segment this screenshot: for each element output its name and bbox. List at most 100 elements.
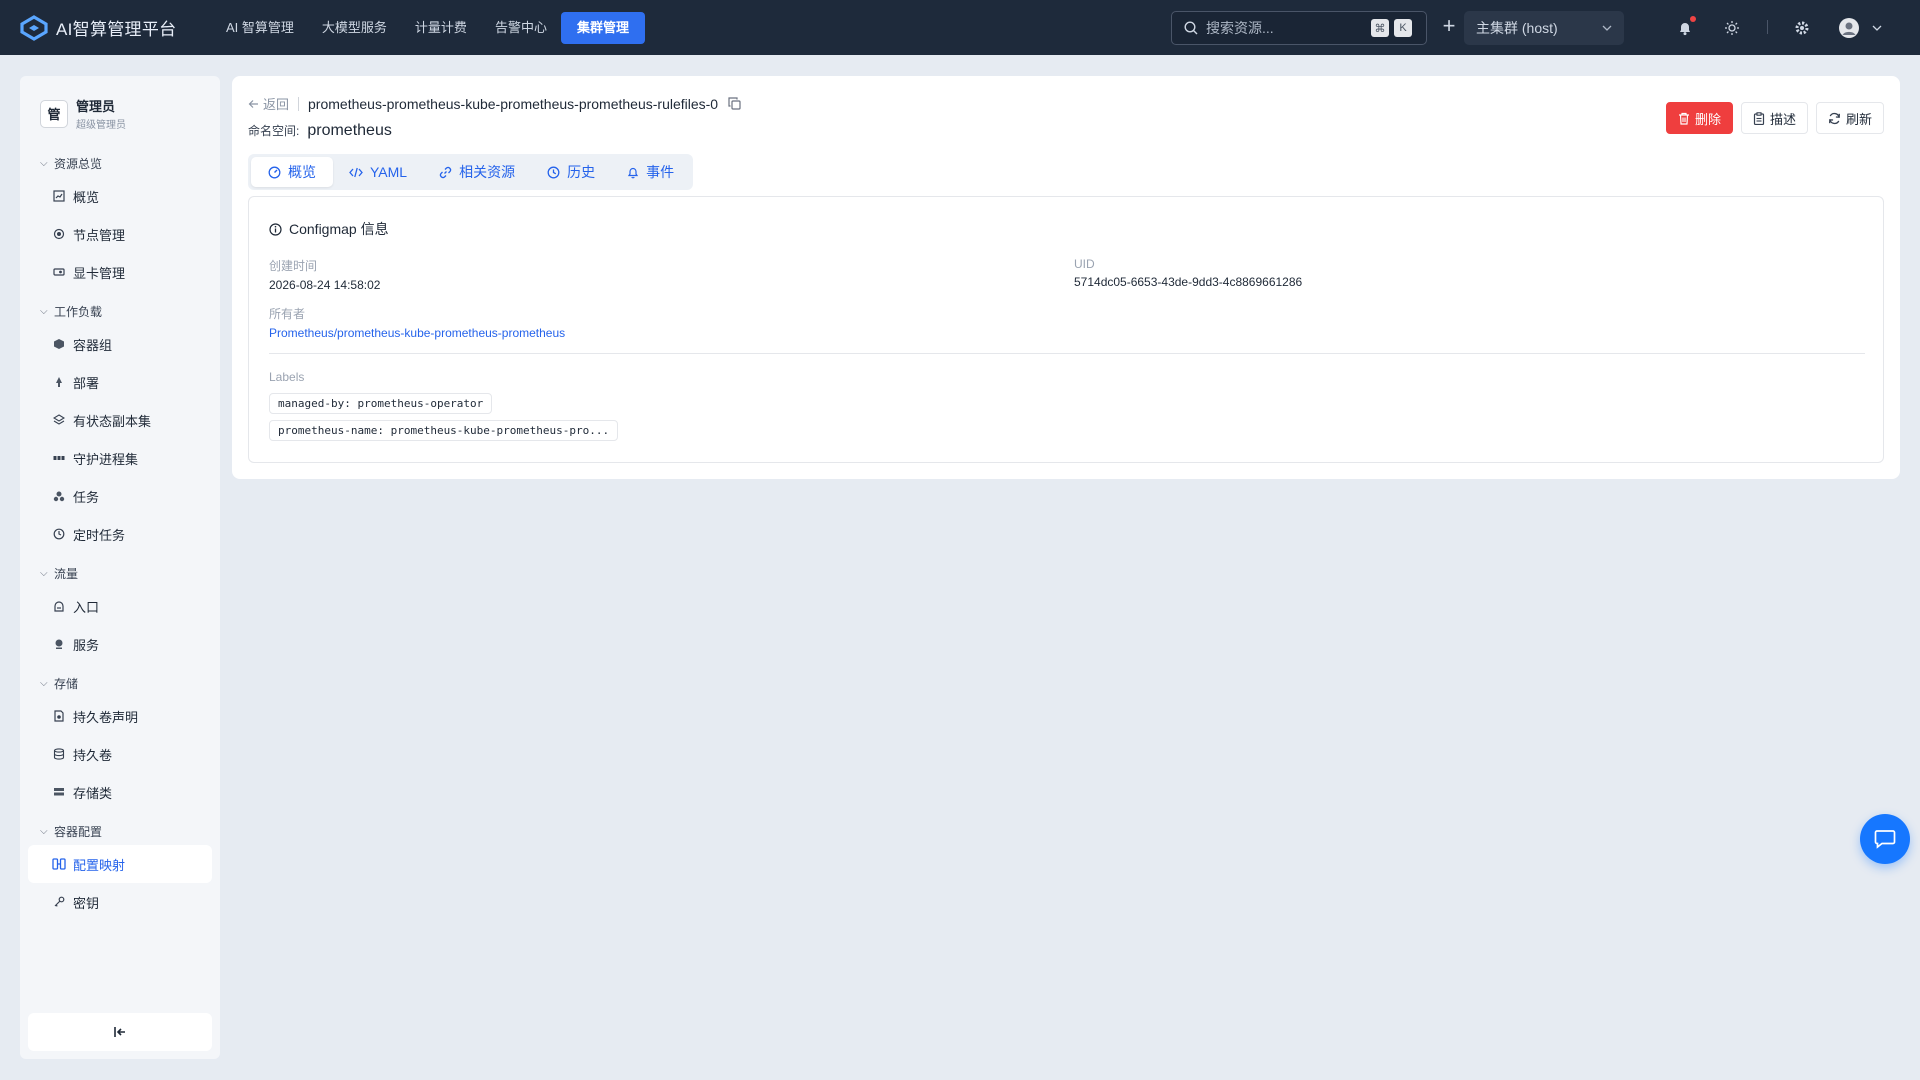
tab-overview[interactable]: 概览 xyxy=(251,157,333,187)
configmap-icon xyxy=(52,857,66,871)
search-input[interactable] xyxy=(1206,20,1366,36)
sidebar-item-nodes[interactable]: 节点管理 xyxy=(28,215,212,253)
deploy-icon xyxy=(52,375,66,389)
clipboard-icon xyxy=(1753,111,1765,125)
owner-field: 所有者 Prometheus/prometheus-kube-prometheu… xyxy=(269,305,565,340)
sidebar-item-deployments[interactable]: 部署 xyxy=(28,363,212,401)
chevron-down-icon xyxy=(1602,25,1612,31)
sidebar-group-storage[interactable]: ⌵ 存储 xyxy=(20,673,220,693)
sidebar-item-jobs[interactable]: 任务 xyxy=(28,477,212,515)
gear-icon[interactable] xyxy=(1790,16,1814,40)
nav-alerts[interactable]: 告警中心 xyxy=(481,12,561,44)
sidebar-group-traffic[interactable]: ⌵ 流量 xyxy=(20,563,220,583)
section-divider xyxy=(269,353,1865,354)
nav-billing[interactable]: 计量计费 xyxy=(401,12,481,44)
owner-link[interactable]: Prometheus/prometheus-kube-prometheus-pr… xyxy=(269,326,565,340)
top-bar: AI智算管理平台 AI 智算管理 大模型服务 计量计费 告警中心 集群管理 ⌘ … xyxy=(0,0,1920,55)
tab-history[interactable]: 历史 xyxy=(531,157,611,187)
label-chip: managed-by: prometheus-operator xyxy=(269,393,493,414)
sidebar-item-pv[interactable]: 持久卷 xyxy=(28,735,212,773)
created-time-label: 创建时间 xyxy=(269,259,318,273)
sidebar-item-statefulsets[interactable]: 有状态副本集 xyxy=(28,401,212,439)
user-menu[interactable] xyxy=(1838,16,1882,40)
bell-icon xyxy=(627,166,639,179)
breadcrumb-divider xyxy=(298,96,300,111)
namespace-label: 命名空间: xyxy=(248,124,300,138)
user-card: 管 管理员 超级管理员 xyxy=(20,76,220,131)
user-role: 超级管理员 xyxy=(76,120,126,131)
resource-name: prometheus-prometheus-kube-prometheus-pr… xyxy=(308,95,719,112)
logo-icon xyxy=(20,14,48,42)
chat-button[interactable] xyxy=(1860,814,1910,864)
link-icon xyxy=(439,166,452,179)
sidebar-item-cronjobs[interactable]: 定时任务 xyxy=(28,515,212,553)
top-nav: AI 智算管理 大模型服务 计量计费 告警中心 集群管理 xyxy=(212,11,645,44)
gpu-icon xyxy=(52,265,66,279)
sidebar-collapse-button[interactable] xyxy=(28,1013,212,1051)
sidebar-item-storageclass[interactable]: 存储类 xyxy=(28,773,212,811)
info-icon xyxy=(269,222,282,236)
labels-label: Labels xyxy=(269,370,305,384)
dashboard-icon xyxy=(268,166,281,179)
detail-tabs: 概览 YAML 相关资源 历史 事件 xyxy=(248,154,694,190)
chevron-down-icon: ⌵ xyxy=(40,677,48,689)
tab-related-resources[interactable]: 相关资源 xyxy=(423,157,531,187)
code-icon xyxy=(349,167,363,178)
top-divider xyxy=(1767,20,1768,34)
sidebar-item-pvc[interactable]: 持久卷声明 xyxy=(28,697,212,735)
sidebar-group-config[interactable]: ⌵ 容器配置 xyxy=(20,821,220,841)
describe-button[interactable]: 描述 xyxy=(1740,102,1808,134)
add-icon[interactable]: + xyxy=(1436,14,1462,40)
labels-field: Labels xyxy=(269,370,304,384)
detail-panel: 返回 prometheus-prometheus-kube-prometheus… xyxy=(232,76,1900,479)
chart-icon xyxy=(52,189,66,203)
delete-button[interactable]: 删除 xyxy=(1665,102,1733,134)
copy-icon[interactable] xyxy=(728,97,741,110)
sidebar-item-secrets[interactable]: 密钥 xyxy=(28,883,212,921)
search-icon xyxy=(1184,21,1198,35)
chevron-down-icon: ⌵ xyxy=(40,825,48,837)
refresh-button[interactable]: 刷新 xyxy=(1815,102,1884,134)
breadcrumb: 返回 prometheus-prometheus-kube-prometheus… xyxy=(248,94,741,113)
created-time-field: 创建时间 2026-08-24 14:58:02 xyxy=(269,257,380,292)
sidebar-group-workloads[interactable]: ⌵ 工作负载 xyxy=(20,301,220,321)
sidebar-item-ingress[interactable]: 入口 xyxy=(28,587,212,625)
created-time-value: 2026-08-24 14:58:02 xyxy=(269,278,381,292)
uid-value: 5714dc05-6653-43de-9dd3-4c8869661286 xyxy=(1074,275,1303,289)
sun-icon[interactable] xyxy=(1720,16,1744,40)
sidebar-item-gpu[interactable]: 显卡管理 xyxy=(28,253,212,291)
sidebar-item-overview[interactable]: 概览 xyxy=(28,177,212,215)
nav-llm-service[interactable]: 大模型服务 xyxy=(308,12,401,44)
pvc-icon xyxy=(52,709,66,723)
refresh-icon xyxy=(1828,112,1841,125)
sidebar-item-configmaps[interactable]: 配置映射 xyxy=(28,845,212,883)
trash-icon xyxy=(1678,112,1690,125)
app-logo[interactable]: AI智算管理平台 xyxy=(20,14,200,42)
sidebar-item-pods[interactable]: 容器组 xyxy=(28,325,212,363)
sidebar-group-overview[interactable]: ⌵ 资源总览 xyxy=(20,153,220,173)
clock-icon xyxy=(52,527,66,541)
tab-events[interactable]: 事件 xyxy=(611,157,690,187)
uid-field: UID 5714dc05-6653-43de-9dd3-4c8869661286 xyxy=(1074,257,1302,289)
app-title: AI智算管理平台 xyxy=(56,20,177,39)
nav-cluster-management[interactable]: 集群管理 xyxy=(560,11,645,44)
card-title: Configmap 信息 xyxy=(269,219,389,239)
cluster-select[interactable]: 主集群 (host) xyxy=(1464,11,1624,45)
chevron-down-icon xyxy=(1872,25,1882,31)
database-icon xyxy=(52,747,66,761)
bell-icon[interactable] xyxy=(1673,16,1697,40)
sidebar-item-daemonsets[interactable]: 守护进程集 xyxy=(28,439,212,477)
notification-dot xyxy=(1690,16,1696,22)
tab-yaml[interactable]: YAML xyxy=(333,157,423,187)
uid-label: UID xyxy=(1074,257,1095,271)
label-chip: prometheus-name: prometheus-kube-prometh… xyxy=(269,420,619,441)
sidebar-item-services[interactable]: 服务 xyxy=(28,625,212,663)
avatar: 管 xyxy=(40,99,68,128)
layers-icon xyxy=(52,413,66,427)
back-link[interactable]: 返回 xyxy=(248,94,289,113)
user-avatar-icon xyxy=(1838,17,1860,39)
cube-icon xyxy=(52,337,66,351)
nav-ai-compute[interactable]: AI 智算管理 xyxy=(212,12,308,44)
arrow-left-icon xyxy=(248,99,259,109)
search-box[interactable]: ⌘ K xyxy=(1171,11,1427,45)
